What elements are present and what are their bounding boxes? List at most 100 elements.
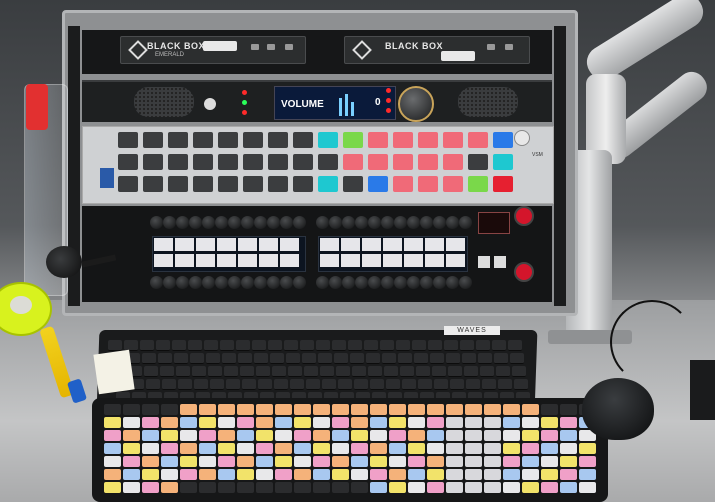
key[interactable] [199,456,216,467]
key[interactable] [224,366,238,377]
panel-button[interactable] [118,154,138,170]
key[interactable] [370,443,387,454]
encoder-knob[interactable] [202,216,215,229]
key[interactable] [294,482,311,493]
key[interactable] [313,456,330,467]
encoder-knob[interactable] [254,216,267,229]
key[interactable] [294,430,311,441]
key[interactable] [236,340,250,351]
encoder-knob[interactable] [368,216,381,229]
key[interactable] [370,379,384,390]
key[interactable] [427,417,444,428]
key[interactable] [427,456,444,467]
panel-button[interactable] [268,132,288,148]
key[interactable] [522,404,539,415]
key[interactable] [460,340,474,351]
key[interactable] [408,482,425,493]
key[interactable] [336,366,350,377]
key[interactable] [418,379,432,390]
encoder-knob[interactable] [368,276,381,289]
key[interactable] [256,456,273,467]
encoder-knob[interactable] [342,216,355,229]
encoder-knob[interactable] [342,276,355,289]
key[interactable] [389,404,406,415]
key[interactable] [220,340,234,351]
encoder-knob[interactable] [280,216,293,229]
key[interactable] [351,482,368,493]
key[interactable] [199,430,216,441]
encoder-knob[interactable] [293,216,306,229]
encoder-knob[interactable] [420,216,433,229]
key[interactable] [484,404,501,415]
key[interactable] [304,366,318,377]
encoder-knob[interactable] [267,216,280,229]
key[interactable] [512,366,526,377]
key[interactable] [408,404,425,415]
key[interactable] [174,353,188,364]
key[interactable] [332,430,349,441]
key[interactable] [237,417,254,428]
key[interactable] [104,417,121,428]
panel-button[interactable] [343,154,363,170]
key[interactable] [162,379,176,390]
key[interactable] [104,404,121,415]
key[interactable] [123,469,140,480]
key[interactable] [430,353,444,364]
key[interactable] [579,469,596,480]
key[interactable] [446,417,463,428]
encoder-knob[interactable] [381,276,394,289]
encoder-knob[interactable] [254,276,267,289]
panel-button[interactable] [218,176,238,192]
key[interactable] [434,379,448,390]
key[interactable] [465,456,482,467]
key[interactable] [192,366,206,377]
panel-button[interactable] [393,154,413,170]
key[interactable] [386,379,400,390]
key[interactable] [142,417,159,428]
key[interactable] [275,469,292,480]
key[interactable] [313,443,330,454]
panel-button[interactable] [468,176,488,192]
key[interactable] [180,430,197,441]
key[interactable] [252,340,266,351]
key[interactable] [242,379,256,390]
key[interactable] [462,353,476,364]
key[interactable] [522,430,539,441]
panel-button[interactable] [443,154,463,170]
key[interactable] [332,417,349,428]
panel-button[interactable] [368,132,388,148]
key[interactable] [465,404,482,415]
key[interactable] [294,456,311,467]
encoder-knob[interactable] [228,216,241,229]
key[interactable] [484,417,501,428]
key[interactable] [478,353,492,364]
small-button[interactable] [478,256,490,268]
encoder-knob[interactable] [316,216,329,229]
key[interactable] [352,366,366,377]
key[interactable] [226,379,240,390]
key[interactable] [256,417,273,428]
key[interactable] [560,469,577,480]
key[interactable] [142,443,159,454]
key[interactable] [560,404,577,415]
panel-button[interactable] [318,132,338,148]
key[interactable] [560,443,577,454]
key[interactable] [284,340,298,351]
encoder-knob[interactable] [176,216,189,229]
key[interactable] [541,469,558,480]
key[interactable] [368,366,382,377]
key[interactable] [140,340,154,351]
key[interactable] [541,417,558,428]
key[interactable] [384,366,398,377]
key[interactable] [158,353,172,364]
encoder-knob[interactable] [215,276,228,289]
key[interactable] [302,353,316,364]
key[interactable] [370,469,387,480]
panel-button[interactable] [168,176,188,192]
panel-button[interactable] [268,176,288,192]
panel-button[interactable] [243,176,263,192]
key[interactable] [161,417,178,428]
key[interactable] [503,430,520,441]
key[interactable] [238,353,252,364]
key[interactable] [237,469,254,480]
